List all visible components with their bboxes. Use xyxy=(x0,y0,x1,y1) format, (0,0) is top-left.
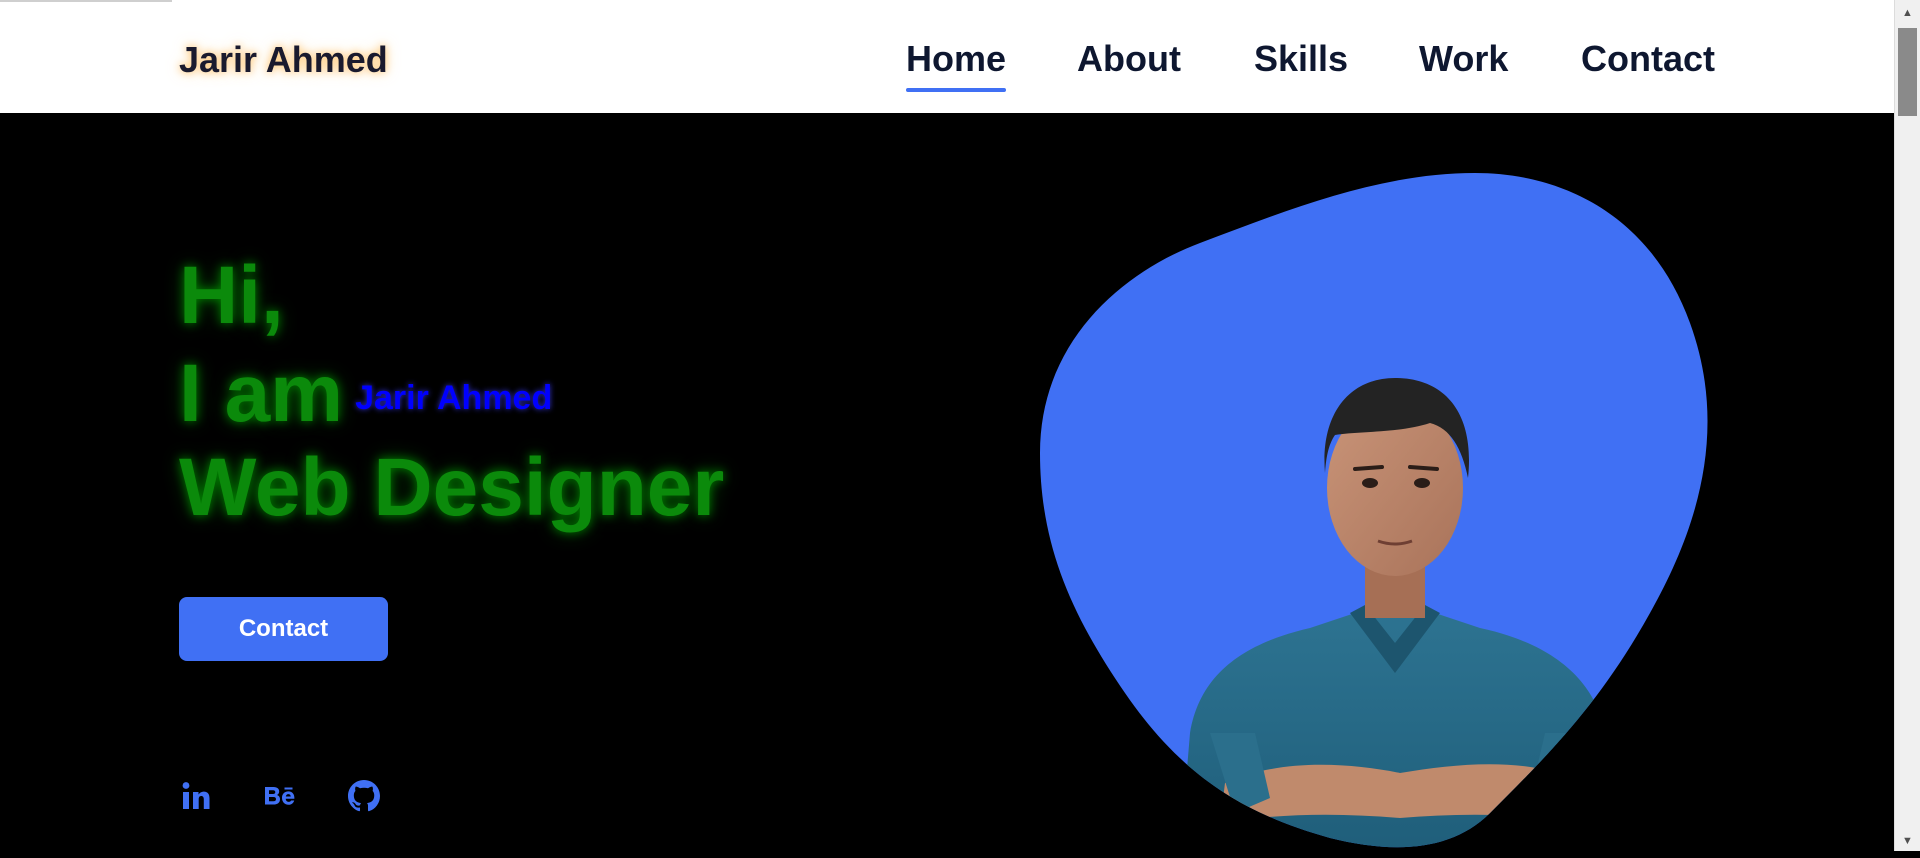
greeting-intro: I am Jarir Ahmed xyxy=(179,353,552,435)
contact-button[interactable]: Contact xyxy=(179,597,388,661)
hero-photo xyxy=(1030,173,1720,853)
nav-work[interactable]: Work xyxy=(1419,38,1508,80)
behance-link[interactable] xyxy=(263,778,299,814)
hero-photo-graphic xyxy=(1040,173,1708,848)
nav-skills[interactable]: Skills xyxy=(1254,38,1348,80)
github-link[interactable] xyxy=(346,778,382,814)
nav-about[interactable]: About xyxy=(1077,38,1181,80)
scroll-down-arrow-icon[interactable]: ▼ xyxy=(1895,831,1920,851)
scrollbar-thumb[interactable] xyxy=(1898,28,1917,116)
greeting-i-am: I am xyxy=(179,348,344,439)
behance-icon xyxy=(265,787,295,805)
github-icon xyxy=(348,780,380,812)
tab-indicator xyxy=(0,0,172,2)
hero-name: Jarir Ahmed xyxy=(355,379,553,417)
site-header: Jarir Ahmed Home About Skills Work Conta… xyxy=(0,5,1895,113)
nav-home[interactable]: Home xyxy=(906,38,1007,92)
linkedin-link[interactable] xyxy=(178,778,214,814)
linkedin-icon xyxy=(182,782,210,809)
hero-section: Hi, I am Jarir Ahmed Web Designer Contact xyxy=(0,113,1895,851)
greeting-role: Web Designer xyxy=(179,442,725,533)
greeting-hi: Hi, xyxy=(179,250,284,341)
main-nav: Home About Skills Work Contact xyxy=(0,38,1895,98)
scroll-up-arrow-icon[interactable]: ▲ xyxy=(1895,3,1920,23)
nav-contact[interactable]: Contact xyxy=(1581,38,1715,80)
page-scrollbar[interactable]: ▲ ▼ xyxy=(1894,0,1920,851)
